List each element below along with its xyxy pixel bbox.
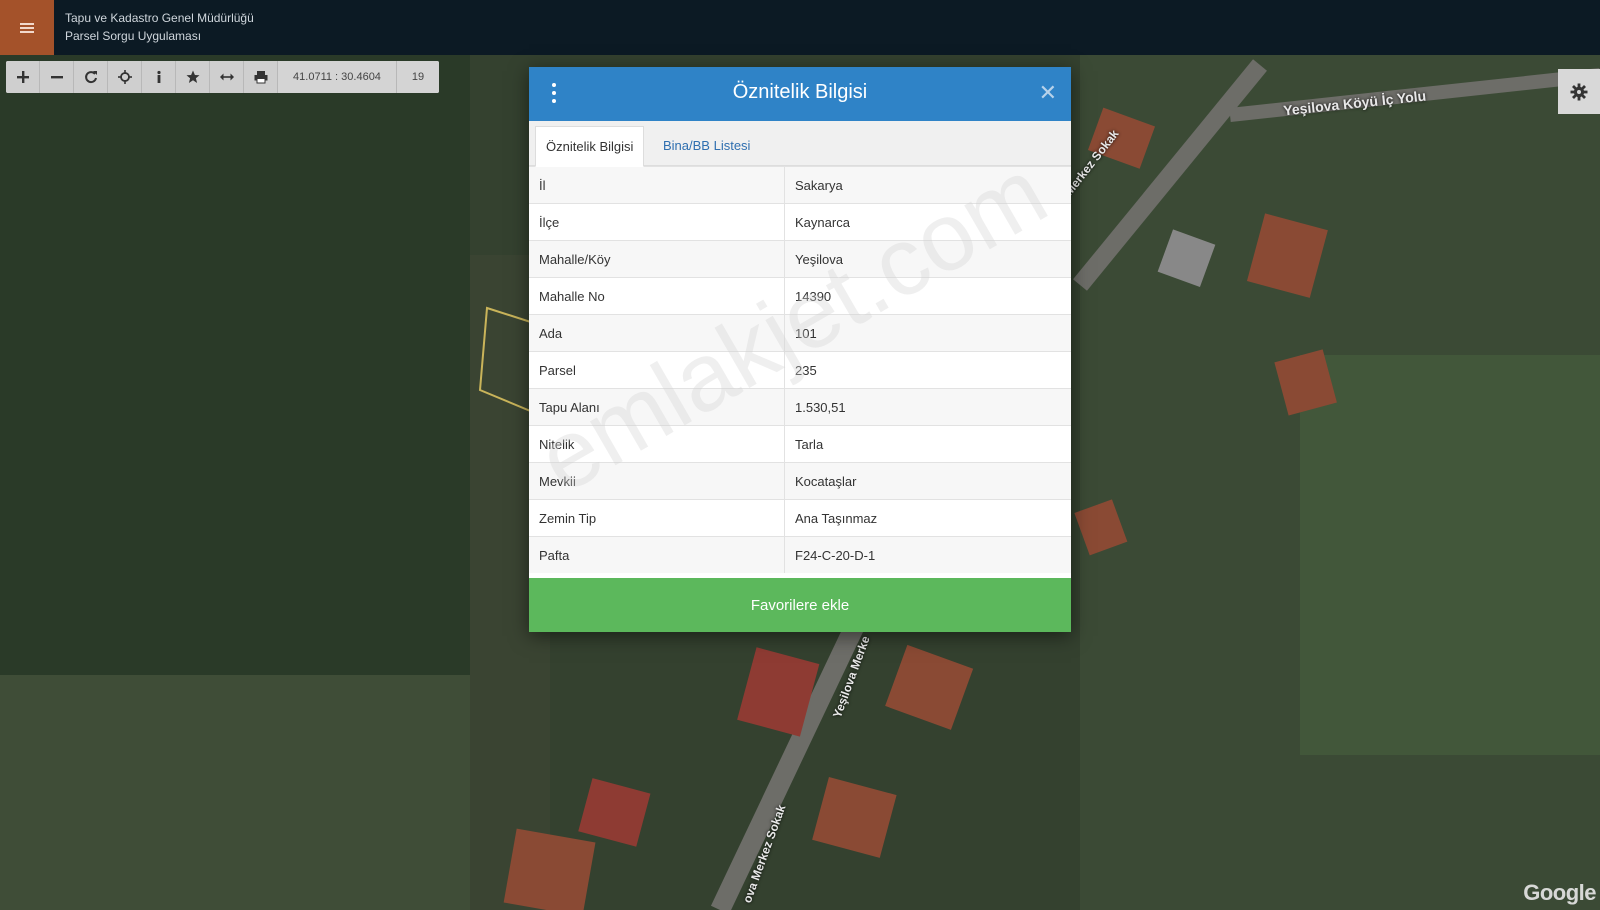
print-icon bbox=[254, 71, 267, 84]
modal-tabs: Öznitelik Bilgisi Bina/BB Listesi bbox=[529, 121, 1071, 167]
attr-key: İl bbox=[529, 166, 785, 204]
attr-key: Mevkii bbox=[529, 462, 785, 500]
modal-header: Öznitelik Bilgisi ✕ bbox=[529, 67, 1071, 121]
table-row: İlçe Kaynarca bbox=[529, 203, 1071, 241]
map-toolbar: 41.0711 : 30.4604 19 bbox=[6, 61, 439, 93]
app-header: Tapu ve Kadastro Genel Müdürlüğü Parsel … bbox=[0, 0, 1600, 55]
hamburger-menu-button[interactable] bbox=[0, 0, 54, 55]
tab-attribute-info[interactable]: Öznitelik Bilgisi bbox=[535, 126, 645, 167]
attr-value: Ana Taşınmaz bbox=[784, 499, 1071, 537]
attr-key: Zemin Tip bbox=[529, 499, 785, 537]
info-icon bbox=[156, 70, 161, 83]
attr-key: Parsel bbox=[529, 351, 785, 389]
attr-value: Yeşilova bbox=[784, 240, 1071, 278]
attr-value: 235 bbox=[784, 351, 1071, 389]
zoom-level: 19 bbox=[397, 61, 439, 93]
attr-key: Mahalle No bbox=[529, 277, 785, 315]
measure-icon bbox=[219, 73, 234, 81]
locate-button[interactable] bbox=[108, 61, 142, 93]
app-title: Tapu ve Kadastro Genel Müdürlüğü Parsel … bbox=[65, 9, 254, 45]
table-row: İl Sakarya bbox=[529, 166, 1071, 204]
attr-value: 14390 bbox=[784, 277, 1071, 315]
table-row: Zemin Tip Ana Taşınmaz bbox=[529, 499, 1071, 537]
table-row: Mevkii Kocataşlar bbox=[529, 462, 1071, 500]
minus-icon bbox=[50, 76, 63, 79]
table-row: Mahalle/Köy Yeşilova bbox=[529, 240, 1071, 278]
print-button[interactable] bbox=[244, 61, 278, 93]
attr-value: Sakarya bbox=[784, 166, 1071, 204]
google-attribution: Google bbox=[1523, 880, 1596, 905]
info-button[interactable] bbox=[142, 61, 176, 93]
attr-value: Kaynarca bbox=[784, 203, 1071, 241]
zoom-in-button[interactable] bbox=[6, 61, 40, 93]
org-name: Tapu ve Kadastro Genel Müdürlüğü bbox=[65, 11, 254, 25]
attr-key: Pafta bbox=[529, 536, 785, 573]
attr-key: İlçe bbox=[529, 203, 785, 241]
zoom-out-button[interactable] bbox=[40, 61, 74, 93]
attribute-table: İl Sakarya İlçe Kaynarca Mahalle/Köy Yeşilo… bbox=[529, 166, 1071, 573]
attr-value: Kocataşlar bbox=[784, 462, 1071, 500]
table-row: Mahalle No 14390 bbox=[529, 277, 1071, 315]
table-row: Parsel 235 bbox=[529, 351, 1071, 389]
attr-key: Ada bbox=[529, 314, 785, 352]
attr-key: Nitelik bbox=[529, 425, 785, 463]
crosshair-icon bbox=[117, 70, 132, 84]
attr-value: 1.530,51 bbox=[784, 388, 1071, 426]
attribute-info-modal: Öznitelik Bilgisi ✕ Öznitelik Bilgisi Bi… bbox=[529, 67, 1071, 632]
attr-value: 101 bbox=[784, 314, 1071, 352]
measure-button[interactable] bbox=[210, 61, 244, 93]
favorites-button[interactable] bbox=[176, 61, 210, 93]
close-icon[interactable]: ✕ bbox=[1039, 81, 1057, 105]
table-row: Nitelik Tarla bbox=[529, 425, 1071, 463]
add-to-favorites-button[interactable]: Favorilere ekle bbox=[529, 578, 1071, 632]
table-row: Tapu Alanı 1.530,51 bbox=[529, 388, 1071, 426]
tab-building-list[interactable]: Bina/BB Listesi bbox=[653, 126, 760, 165]
table-row: Pafta F24-C-20-D-1 bbox=[529, 536, 1071, 573]
hamburger-icon bbox=[20, 22, 34, 33]
star-icon bbox=[186, 70, 199, 83]
attr-key: Mahalle/Köy bbox=[529, 240, 785, 278]
coordinate-readout: 41.0711 : 30.4604 bbox=[278, 61, 397, 93]
table-row: Ada 101 bbox=[529, 314, 1071, 352]
gear-icon bbox=[1570, 83, 1588, 100]
attr-key: Tapu Alanı bbox=[529, 388, 785, 426]
modal-title: Öznitelik Bilgisi bbox=[732, 81, 868, 103]
settings-button[interactable] bbox=[1558, 69, 1600, 114]
attr-value: F24-C-20-D-1 bbox=[784, 536, 1071, 573]
refresh-button[interactable] bbox=[74, 61, 108, 93]
app-name: Parsel Sorgu Uygulaması bbox=[65, 29, 202, 43]
plus-icon bbox=[16, 71, 29, 83]
attr-value: Tarla bbox=[784, 425, 1071, 463]
refresh-icon bbox=[84, 71, 97, 84]
